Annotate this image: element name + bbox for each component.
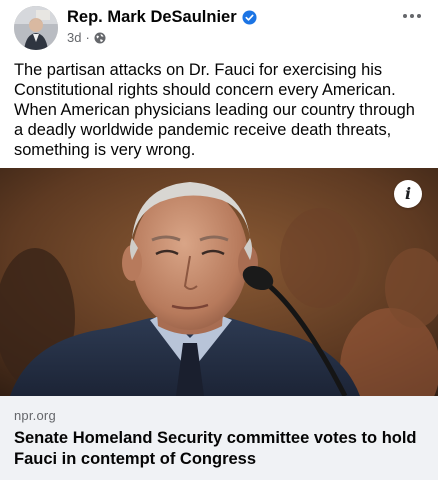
facebook-post: Rep. Mark DeSaulnier 3d · The partisan a… bbox=[0, 0, 438, 480]
more-options-icon[interactable] bbox=[400, 10, 424, 22]
more-dot bbox=[410, 14, 414, 18]
avatar-photo bbox=[14, 6, 58, 50]
more-dot bbox=[403, 14, 407, 18]
link-preview[interactable]: npr.org Senate Homeland Security committ… bbox=[0, 396, 438, 480]
fauci-photo bbox=[0, 168, 438, 396]
link-source: npr.org bbox=[14, 408, 56, 423]
post-meta: 3d · bbox=[67, 30, 106, 45]
author-name[interactable]: Rep. Mark DeSaulnier bbox=[67, 8, 237, 27]
post-timestamp[interactable]: 3d bbox=[67, 30, 81, 45]
post-header: Rep. Mark DeSaulnier 3d · bbox=[0, 0, 438, 56]
post-text: The partisan attacks on Dr. Fauci for ex… bbox=[14, 61, 415, 159]
link-headline[interactable]: Senate Homeland Security committee votes… bbox=[14, 428, 424, 470]
verified-badge-icon bbox=[242, 10, 257, 25]
author-name-row[interactable]: Rep. Mark DeSaulnier bbox=[67, 8, 257, 27]
globe-icon bbox=[94, 32, 106, 43]
meta-separator: · bbox=[85, 30, 90, 45]
info-icon[interactable]: i bbox=[394, 180, 422, 208]
link-preview-image[interactable] bbox=[0, 168, 438, 396]
avatar[interactable] bbox=[14, 6, 58, 50]
more-dot bbox=[417, 14, 421, 18]
